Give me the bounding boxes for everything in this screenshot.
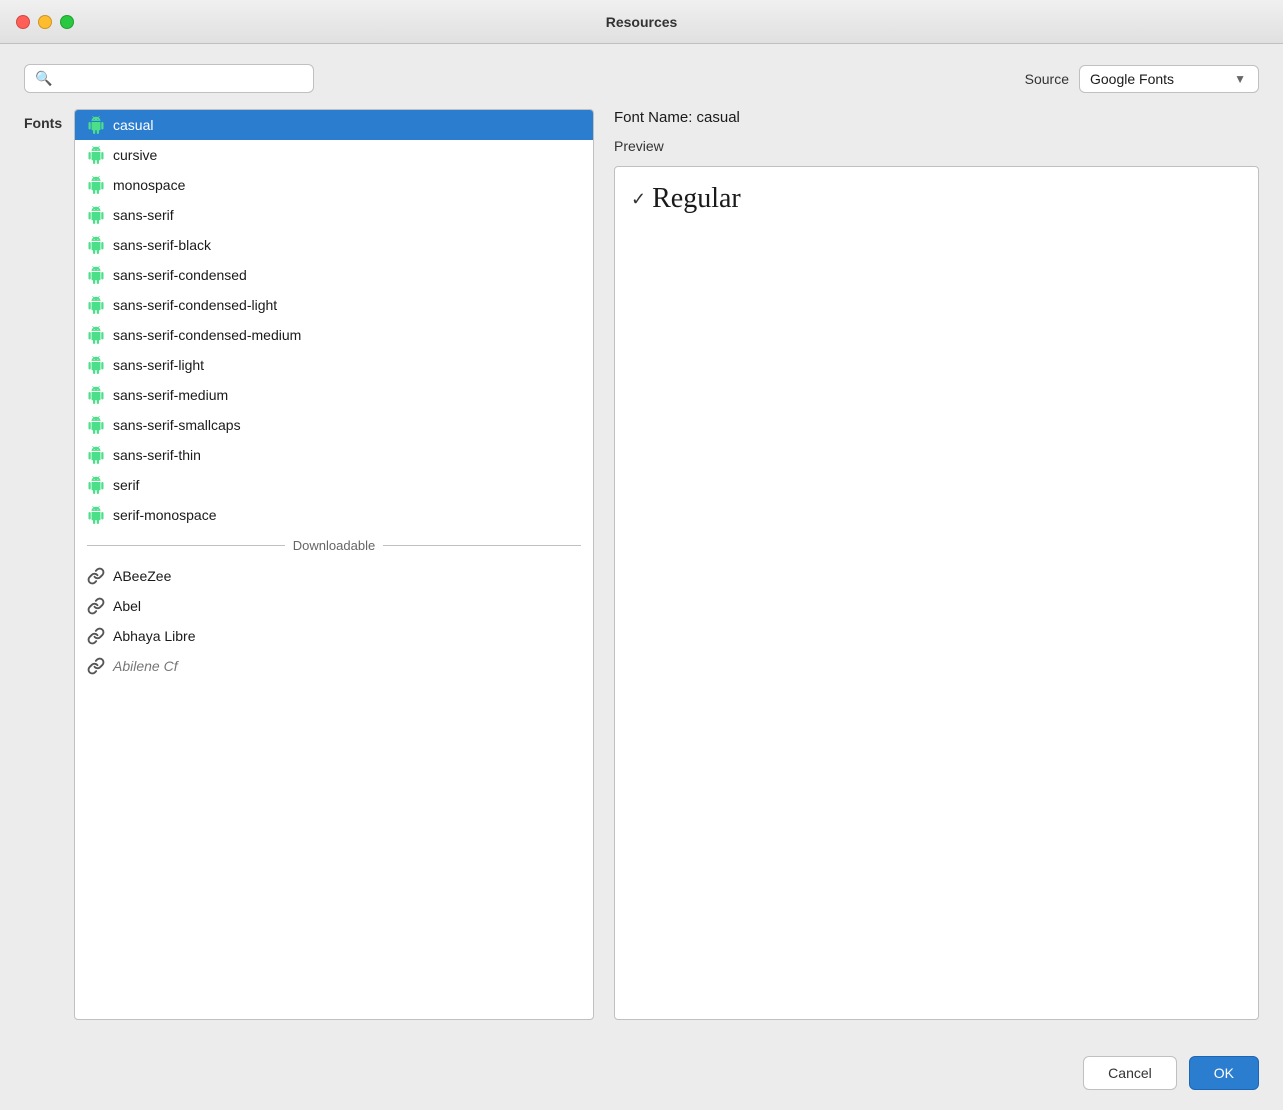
font-name: Abhaya Libre <box>113 628 196 644</box>
link-icon <box>87 567 105 585</box>
font-list[interactable]: casual cursive <box>75 110 593 1019</box>
bottom-bar: Cancel OK <box>0 1040 1283 1110</box>
ok-button[interactable]: OK <box>1189 1056 1259 1090</box>
font-item-sans-serif[interactable]: sans-serif <box>75 200 593 230</box>
selected-font-name: Font Name: casual <box>614 109 1259 126</box>
source-label: Source <box>1025 71 1069 87</box>
font-name: sans-serif-smallcaps <box>113 417 241 433</box>
font-name: serif <box>113 477 139 493</box>
font-name: monospace <box>113 177 185 193</box>
android-icon <box>87 446 105 464</box>
android-icon <box>87 356 105 374</box>
window-title: Resources <box>606 14 678 30</box>
android-icon <box>87 386 105 404</box>
font-item-sans-serif-condensed-medium[interactable]: sans-serif-condensed-medium <box>75 320 593 350</box>
source-dropdown[interactable]: Google Fonts ▼ <box>1079 65 1259 93</box>
android-icon <box>87 176 105 194</box>
font-name: sans-serif-condensed-medium <box>113 327 301 343</box>
font-item-sans-serif-condensed[interactable]: sans-serif-condensed <box>75 260 593 290</box>
font-item-sans-serif-condensed-light[interactable]: sans-serif-condensed-light <box>75 290 593 320</box>
font-name: Abilene Cf <box>113 658 178 674</box>
android-icon <box>87 326 105 344</box>
chevron-down-icon: ▼ <box>1234 72 1246 86</box>
font-name: casual <box>113 117 153 133</box>
android-icon <box>87 506 105 524</box>
main-content: 🔍 Source Google Fonts ▼ Fonts <box>0 44 1283 1040</box>
font-name: sans-serif-condensed <box>113 267 247 283</box>
preview-item: ✓ Regular <box>631 183 1242 215</box>
font-item-casual[interactable]: casual <box>75 110 593 140</box>
right-panel: Font Name: casual Preview ✓ Regular <box>594 109 1259 1020</box>
font-item-cursive[interactable]: cursive <box>75 140 593 170</box>
font-name: cursive <box>113 147 157 163</box>
font-item-sans-serif-smallcaps[interactable]: sans-serif-smallcaps <box>75 410 593 440</box>
check-mark-icon: ✓ <box>631 189 646 210</box>
font-name: Abel <box>113 598 141 614</box>
search-input[interactable] <box>58 71 303 87</box>
left-panel: Fonts casual <box>24 109 594 1020</box>
font-item-sans-serif-black[interactable]: sans-serif-black <box>75 230 593 260</box>
font-item-abilene-cf[interactable]: Abilene Cf <box>75 651 593 681</box>
font-item-sans-serif-medium[interactable]: sans-serif-medium <box>75 380 593 410</box>
android-icon <box>87 206 105 224</box>
divider-line-left <box>87 545 285 546</box>
font-name: sans-serif-light <box>113 357 204 373</box>
link-icon <box>87 657 105 675</box>
font-item-abhaya-libre[interactable]: Abhaya Libre <box>75 621 593 651</box>
font-list-container: casual cursive <box>74 109 594 1020</box>
search-icon: 🔍 <box>35 70 52 87</box>
font-item-abel[interactable]: Abel <box>75 591 593 621</box>
font-name: serif-monospace <box>113 507 217 523</box>
body-area: Fonts casual <box>24 109 1259 1020</box>
divider-line-right <box>383 545 581 546</box>
android-icon <box>87 266 105 284</box>
section-divider-label: Downloadable <box>293 538 375 553</box>
title-bar: Resources <box>0 0 1283 44</box>
android-icon <box>87 116 105 134</box>
font-name: sans-serif <box>113 207 174 223</box>
source-value: Google Fonts <box>1090 71 1174 87</box>
fonts-label: Fonts <box>24 109 74 1020</box>
section-divider: Downloadable <box>75 530 593 561</box>
preview-text: Regular <box>652 183 741 215</box>
close-button[interactable] <box>16 15 30 29</box>
top-bar: 🔍 Source Google Fonts ▼ <box>24 64 1259 93</box>
font-name: sans-serif-condensed-light <box>113 297 277 313</box>
font-item-serif[interactable]: serif <box>75 470 593 500</box>
search-box[interactable]: 🔍 <box>24 64 314 93</box>
font-item-abeezee[interactable]: ABeeZee <box>75 561 593 591</box>
android-icon <box>87 236 105 254</box>
link-icon <box>87 627 105 645</box>
minimize-button[interactable] <box>38 15 52 29</box>
link-icon <box>87 597 105 615</box>
cancel-button[interactable]: Cancel <box>1083 1056 1177 1090</box>
preview-label: Preview <box>614 138 1259 154</box>
preview-box: ✓ Regular <box>614 166 1259 1020</box>
font-name: sans-serif-black <box>113 237 211 253</box>
font-item-monospace[interactable]: monospace <box>75 170 593 200</box>
android-icon <box>87 476 105 494</box>
source-section: Source Google Fonts ▼ <box>1025 65 1259 93</box>
font-name: sans-serif-thin <box>113 447 201 463</box>
font-name: ABeeZee <box>113 568 171 584</box>
android-icon <box>87 146 105 164</box>
maximize-button[interactable] <box>60 15 74 29</box>
font-name: sans-serif-medium <box>113 387 228 403</box>
android-icon <box>87 416 105 434</box>
font-item-serif-monospace[interactable]: serif-monospace <box>75 500 593 530</box>
font-item-sans-serif-light[interactable]: sans-serif-light <box>75 350 593 380</box>
window-controls <box>16 15 74 29</box>
android-icon <box>87 296 105 314</box>
font-item-sans-serif-thin[interactable]: sans-serif-thin <box>75 440 593 470</box>
